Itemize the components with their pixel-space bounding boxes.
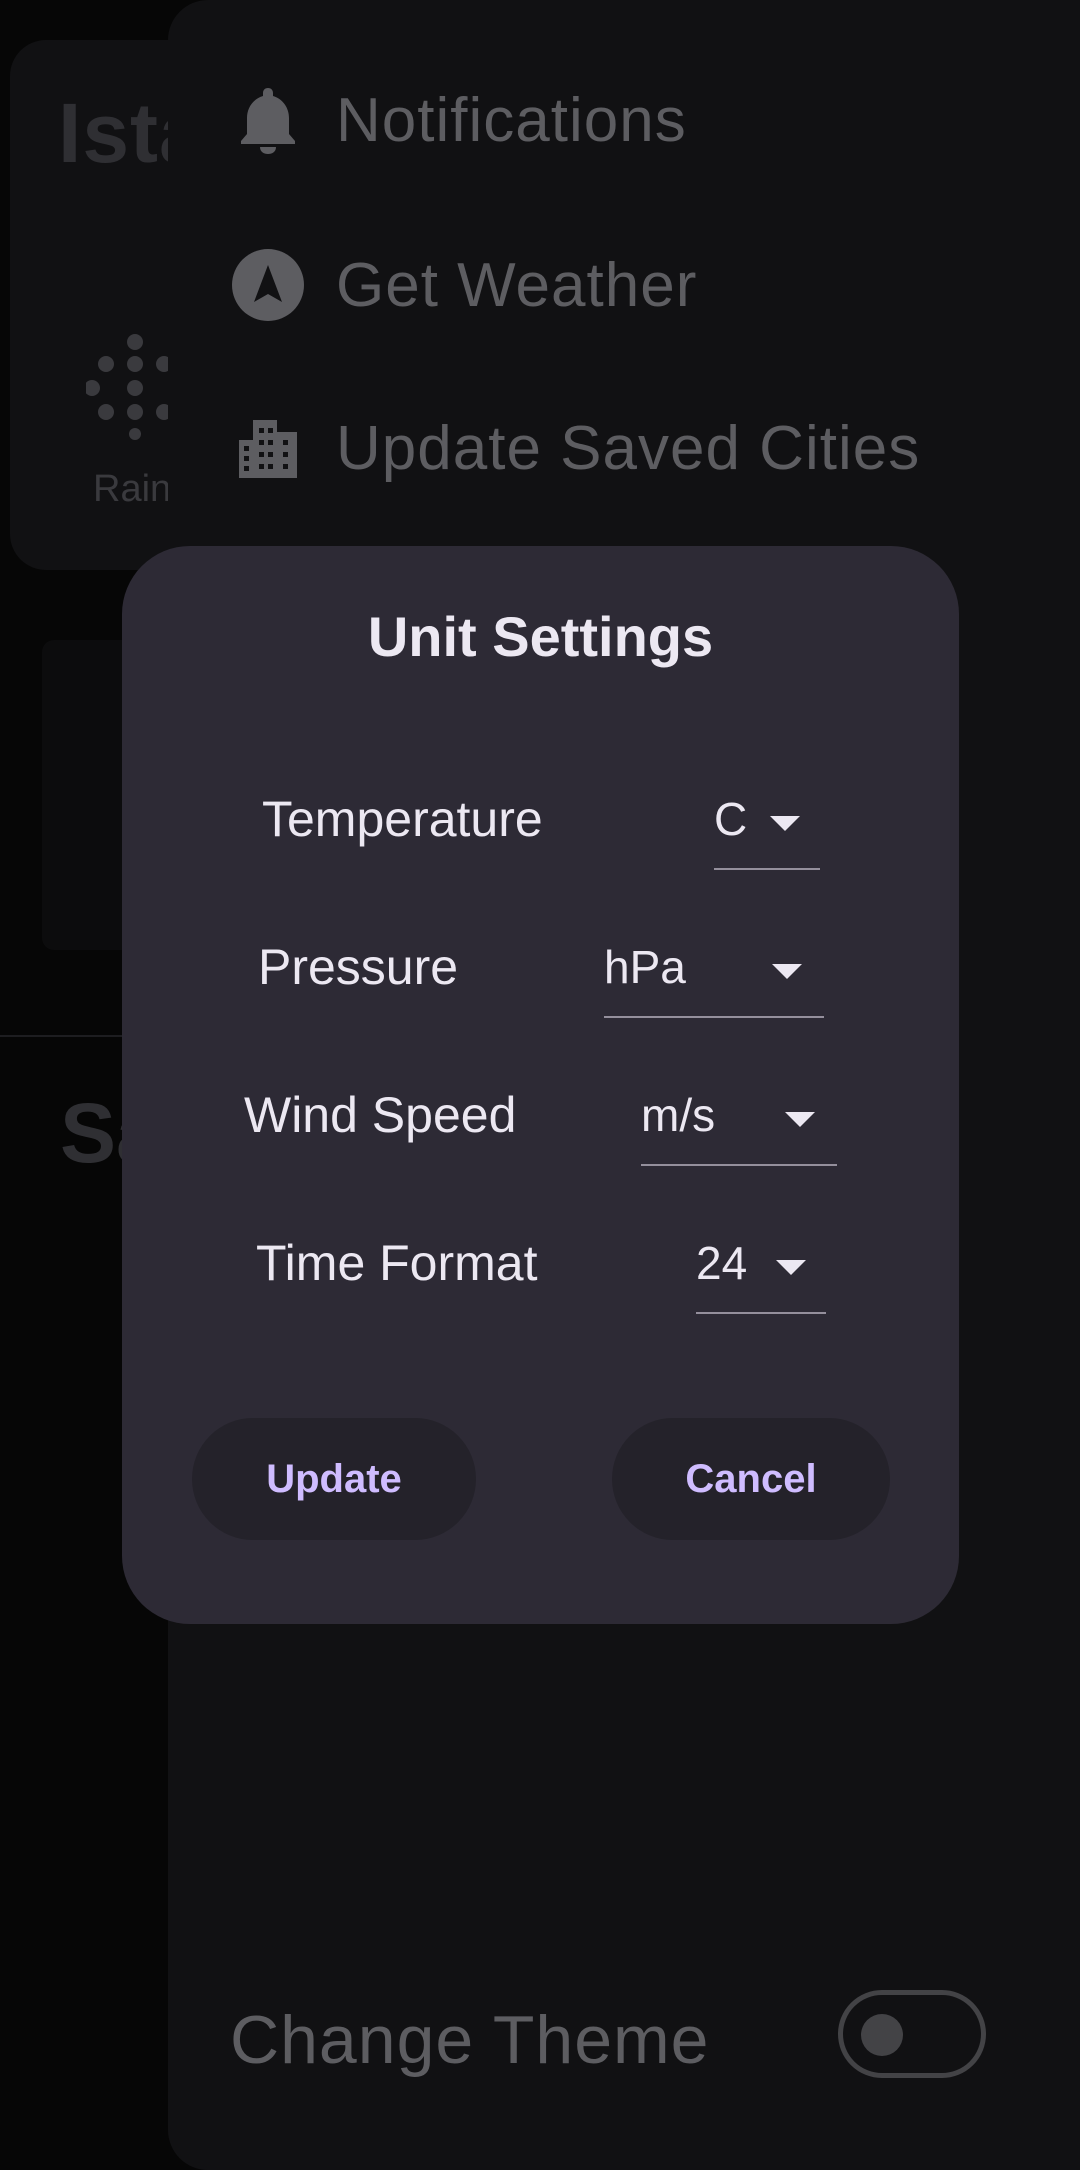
dropdown-value: 24 [696, 1237, 748, 1289]
drawer-item-label: Notifications [336, 85, 687, 155]
time-format-label: Time Format [256, 1235, 538, 1291]
drawer-item-label: Get Weather [336, 250, 698, 320]
update-button[interactable]: Update [192, 1418, 476, 1540]
temperature-label: Temperature [262, 791, 543, 847]
theme-toggle-switch[interactable] [838, 1990, 986, 2078]
dialog-title: Unit Settings [367, 605, 714, 668]
chevron-down-icon [770, 816, 800, 831]
city-buildings-icon [230, 410, 306, 486]
chevron-down-icon [772, 964, 802, 979]
dropdown-value: m/s [641, 1089, 716, 1141]
chevron-down-icon [785, 1112, 815, 1127]
weather-condition-label: Rain [93, 468, 172, 510]
change-theme-row: Change Theme [230, 1990, 1010, 2090]
cancel-button[interactable]: Cancel [612, 1418, 890, 1540]
toggle-knob [861, 2014, 903, 2056]
pressure-unit-dropdown[interactable]: hPa [604, 928, 824, 1018]
bell-icon [230, 82, 306, 158]
unit-settings-dialog: Unit Settings Temperature C Pressure hPa… [122, 546, 959, 1624]
drawer-item-notifications[interactable]: Notifications [230, 75, 687, 165]
pressure-label: Pressure [258, 939, 459, 995]
chevron-down-icon [776, 1260, 806, 1275]
wind-speed-label: Wind Speed [244, 1087, 517, 1143]
dropdown-value: C [714, 793, 748, 845]
drawer-item-update-saved-cities[interactable]: Update Saved Cities [230, 403, 920, 493]
time-format-dropdown[interactable]: 24 [696, 1224, 826, 1314]
rain-icon [86, 334, 172, 440]
app-screen: Ista Rain Sa Notifications Get Weather U… [0, 0, 1080, 2170]
wind-speed-unit-dropdown[interactable]: m/s [641, 1076, 837, 1166]
dropdown-value: hPa [604, 941, 686, 993]
temperature-unit-dropdown[interactable]: C [714, 780, 820, 870]
drawer-item-get-weather[interactable]: Get Weather [230, 240, 697, 330]
drawer-item-label: Update Saved Cities [336, 413, 921, 483]
navigation-arrow-icon [230, 247, 306, 323]
change-theme-label: Change Theme [230, 2002, 710, 2078]
